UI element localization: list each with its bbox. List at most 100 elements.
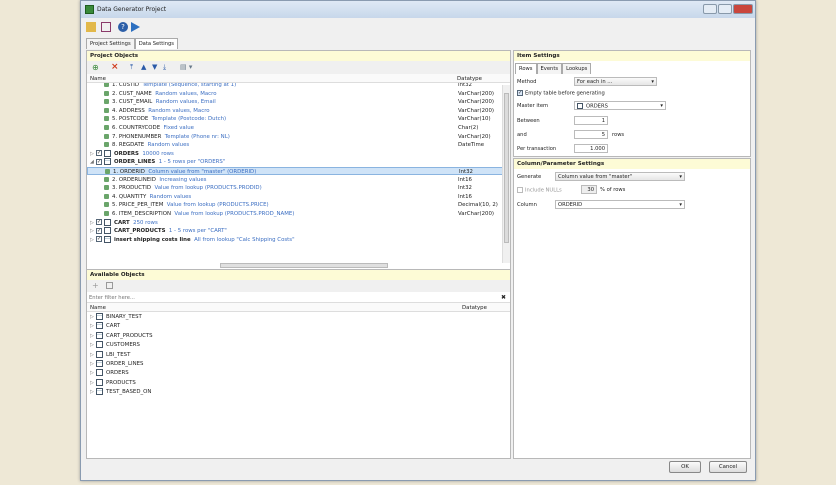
available-object-item[interactable]: ▷ TEST_BASED_ON <box>87 388 510 396</box>
method-select[interactable]: For each in ... ▾ <box>574 77 657 86</box>
item-settings-tabs: Rows Events Lookups <box>515 63 750 74</box>
available-object-item[interactable]: ▷ ORDERS <box>87 369 510 377</box>
save-icon[interactable] <box>101 22 111 32</box>
generate-select[interactable]: Column value from "master" ▾ <box>555 172 685 181</box>
column-row[interactable]: 2. CUST_NAME Random values, Macro VarChar… <box>87 90 510 98</box>
column-icon <box>105 169 110 174</box>
available-objects-toolbar: + <box>87 280 510 292</box>
available-object-item[interactable]: ▷ LBI_TEST <box>87 350 510 359</box>
data-generator-window: Data Generator Project ? Project Setting… <box>80 0 756 481</box>
open-icon[interactable] <box>86 22 96 32</box>
table-icon <box>96 369 103 377</box>
add-icon[interactable]: + <box>92 281 99 290</box>
minimize-button[interactable] <box>703 4 717 14</box>
add-script-icon[interactable] <box>106 282 113 289</box>
row-description: Value from lookup (PRODUCTS.PRICE) <box>166 202 269 209</box>
column-row[interactable]: 3. CUST_EMAIL Random values, Email VarCha… <box>87 98 510 106</box>
move-up-icon[interactable]: ▲ <box>141 63 146 71</box>
available-object-item[interactable]: ▷ PRODUCTS <box>87 378 510 387</box>
column-icon <box>104 176 109 182</box>
column-row[interactable]: 3. PRODUCTID Value from lookup (PRODUCTS… <box>87 184 510 192</box>
vertical-scrollbar[interactable] <box>502 85 510 263</box>
and-input[interactable]: 5 <box>574 130 608 139</box>
column-row[interactable]: 7. PHONENUMBER Template (Phone nr: NL) Va… <box>87 133 510 141</box>
row-datatype: Int32 <box>458 83 472 88</box>
available-object-item[interactable]: ▷ CART <box>87 322 510 330</box>
column-name-header[interactable]: Name <box>90 76 106 82</box>
tab-rows[interactable]: Rows <box>515 63 537 74</box>
column-icon <box>104 116 109 122</box>
close-button[interactable] <box>733 4 753 14</box>
available-object-item[interactable]: ▷ CART_PRODUCTS <box>87 331 510 340</box>
empty-table-checkbox[interactable]: ✓ Empty table before generating <box>517 90 605 97</box>
available-object-item[interactable]: ▷ ORDER_LINES <box>87 360 510 368</box>
master-item-select[interactable]: ORDERS ▾ <box>574 101 666 110</box>
include-checkbox[interactable]: ✓ <box>96 219 102 226</box>
column-row[interactable]: 2. ORDERLINEID Increasing values Int16 <box>87 176 510 184</box>
table-row[interactable]: ▷ ✓ CART_PRODUCTS 1 - 5 rows per "CART" <box>87 227 510 235</box>
between-label: Between <box>517 118 540 124</box>
column-datatype-header[interactable]: Datatype <box>457 76 482 82</box>
available-object-item[interactable]: ▷ CUSTOMERS <box>87 341 510 349</box>
column-icon <box>104 202 109 208</box>
include-nulls-checkbox[interactable]: Include NULLs <box>517 187 562 194</box>
column-icon <box>104 99 109 105</box>
column-row[interactable]: 8. REGDATE Random values DateTime <box>87 141 510 149</box>
method-label: Method <box>517 79 537 85</box>
row-description: Random values, Macro <box>155 90 217 97</box>
tab-lookups[interactable]: Lookups <box>562 63 592 74</box>
column-datatype-header[interactable]: Datatype <box>462 305 487 311</box>
item-settings-panel: Item Settings Rows Events Lookups Method… <box>513 50 751 157</box>
row-datatype: VarChar(200) <box>458 107 494 114</box>
include-checkbox[interactable]: ✓ <box>96 236 102 243</box>
table-row[interactable]: ▷ ✓ ORDERS 10000 rows <box>87 149 510 158</box>
table-row[interactable]: ◢ ✓ ORDER_LINES 1 - 5 rows per "ORDERS" <box>87 158 510 166</box>
row-description: 1 - 5 rows per "CART" <box>168 228 227 235</box>
column-icon <box>104 90 109 96</box>
column-row[interactable]: 4. ADDRESS Random values, Macro VarChar(2… <box>87 107 510 115</box>
tab-events[interactable]: Events <box>536 63 563 74</box>
cancel-button[interactable]: Cancel <box>709 461 747 473</box>
maximize-button[interactable] <box>718 4 732 14</box>
row-label: 3. CUST_EMAIL <box>112 99 153 106</box>
include-checkbox[interactable]: ✓ <box>96 150 102 157</box>
include-checkbox[interactable]: ✓ <box>96 158 102 165</box>
ok-button[interactable]: OK <box>669 461 701 473</box>
per-transaction-input[interactable]: 1.000 <box>574 144 608 153</box>
options-menu-icon[interactable]: ▤ ▾ <box>180 63 192 71</box>
move-bottom-icon[interactable]: ⤓ <box>163 63 166 72</box>
row-label: 2. CUST_NAME <box>112 90 152 97</box>
run-icon[interactable] <box>131 22 140 32</box>
available-object-item[interactable]: ▷ BINARY_TEST <box>87 313 510 321</box>
horizontal-scrollbar[interactable] <box>220 263 388 268</box>
column-row[interactable]: 6. COUNTRYCODE Fixed value Char(2) <box>87 124 510 132</box>
column-row[interactable]: 6. ITEM_DESCRIPTION Value from lookup (P… <box>87 210 510 218</box>
delete-icon[interactable]: × <box>111 62 119 72</box>
column-row[interactable]: 4. QUANTITY Random values Int16 <box>87 193 510 201</box>
column-row[interactable]: 1. CUSTID Template (Sequence, starting a… <box>87 83 510 89</box>
row-description: Random values <box>149 193 192 200</box>
table-row[interactable]: ▷ ✓ CART 250 rows <box>87 218 510 227</box>
column-row[interactable]: 5. PRICE_PER_ITEM Value from lookup (PRO… <box>87 201 510 209</box>
column-name-header[interactable]: Name <box>90 305 106 311</box>
clear-filter-icon[interactable]: ✖ <box>501 294 506 301</box>
between-input[interactable]: 1 <box>574 116 608 125</box>
include-checkbox[interactable]: ✓ <box>96 227 102 234</box>
add-icon[interactable]: ⊕ <box>92 63 99 72</box>
column-row[interactable]: 5. POSTCODE Template (Postcode: Dutch) Va… <box>87 115 510 123</box>
tab-project-settings[interactable]: Project Settings <box>86 38 135 49</box>
filter-input[interactable] <box>89 293 489 302</box>
table-icon <box>96 378 103 386</box>
table-icon <box>96 341 103 349</box>
column-select[interactable]: ORDERID ▾ <box>555 200 685 209</box>
tab-data-settings[interactable]: Data Settings <box>134 38 178 49</box>
table-row[interactable]: ▷ ✓ insert shipping costs line All from lo… <box>87 235 510 244</box>
nulls-percent-input[interactable]: 30 <box>581 185 597 194</box>
move-top-icon[interactable]: ⤒ <box>130 63 133 72</box>
available-objects-list: ▷ BINARY_TEST ▷ CART ▷ CART_PRODUCTS ▷ CUSTOMER… <box>87 312 510 412</box>
column-row[interactable]: 1. ORDERID Column value from "master" (O… <box>87 167 510 176</box>
move-down-icon[interactable]: ▼ <box>152 63 157 71</box>
row-datatype: Int32 <box>458 185 472 192</box>
row-label: 6. COUNTRYCODE <box>112 125 161 131</box>
help-icon[interactable]: ? <box>118 22 128 32</box>
